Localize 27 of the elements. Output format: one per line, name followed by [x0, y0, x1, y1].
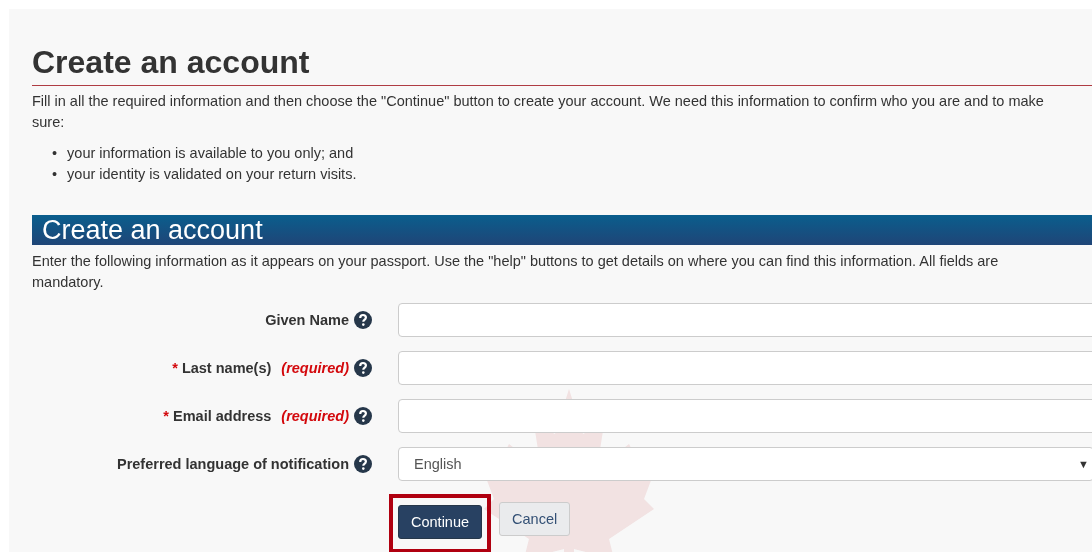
- caret-icon: ▼: [1078, 458, 1089, 470]
- required-marker: *: [163, 408, 169, 424]
- bullet-item: your information is available to you only; and: [67, 144, 354, 163]
- section-title: Create an account: [42, 215, 263, 245]
- field-label: Given Name: [265, 312, 349, 328]
- instructions-text: Enter the following information as it appears on your passport. Use the "help" buttons to get details on where you can find this information. All fields are mandatory.: [32, 252, 1000, 292]
- required-marker: *: [172, 360, 178, 376]
- page-title: Create an account: [32, 43, 1092, 86]
- input-field[interactable]: [398, 303, 1092, 337]
- field-label: Preferred language of notification: [116, 456, 349, 472]
- input-field[interactable]: [398, 399, 1092, 433]
- field-label: Email address: [173, 408, 272, 424]
- intro-text: Fill in all the required information and then choose the "Continue" button to create your account. We need this information to confirm who you are and to make sure:: [32, 92, 1045, 132]
- bullet-marker: •: [52, 165, 58, 184]
- required-note: (required): [281, 360, 349, 376]
- input-field[interactable]: [398, 351, 1092, 385]
- field-label: Last name(s): [181, 360, 272, 376]
- help-icon[interactable]: [354, 311, 372, 329]
- bullet-marker: •: [52, 144, 58, 163]
- help-icon[interactable]: [354, 407, 372, 425]
- language-select[interactable]: English ▼: [398, 447, 1092, 481]
- continue-button[interactable]: Continue: [398, 505, 483, 539]
- cancel-button[interactable]: Cancel: [499, 502, 571, 536]
- required-note: (required): [281, 408, 349, 424]
- help-icon[interactable]: [354, 455, 372, 473]
- bullet-item: your identity is validated on your return visits.: [67, 165, 357, 184]
- help-icon[interactable]: [354, 359, 372, 377]
